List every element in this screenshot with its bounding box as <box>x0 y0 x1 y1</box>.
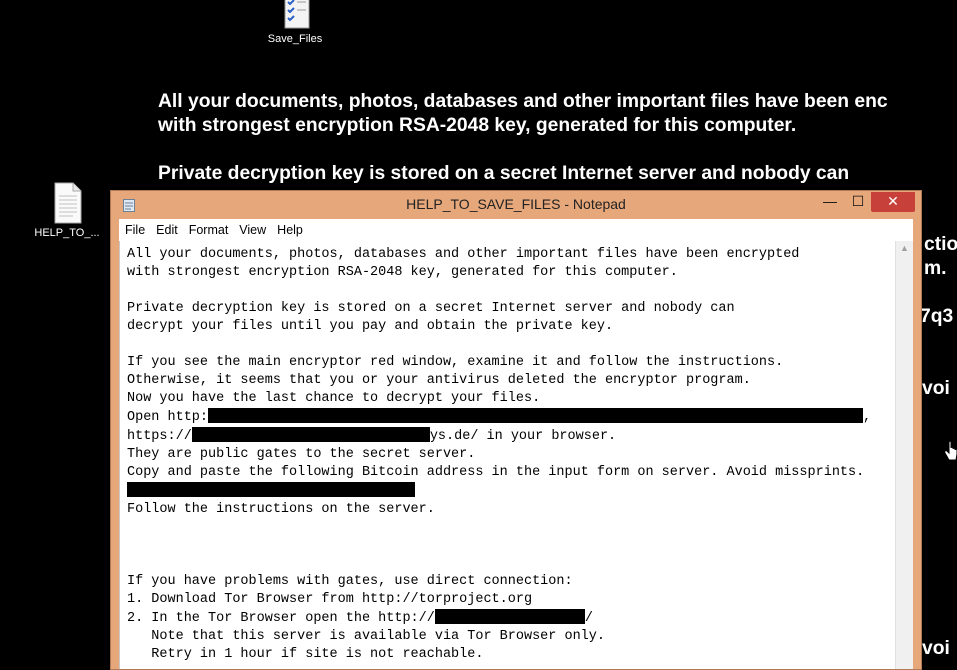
text-line: / <box>584 611 593 626</box>
wallpaper-text-fragment: ctio <box>924 234 957 255</box>
note-text[interactable]: All your documents, photos, databases an… <box>127 246 871 664</box>
redacted-url <box>208 408 864 423</box>
text-line: 1. Download Tor Browser from http://torp… <box>127 592 533 607</box>
text-line: Note that this server is available via T… <box>127 629 605 644</box>
title-bar[interactable]: HELP_TO_SAVE_FILES - Notepad — ☐ ✕ <box>111 191 921 219</box>
text-line: decrypt your files until you pay and obt… <box>127 319 614 334</box>
text-line: with strongest encryption RSA-2048 key, … <box>127 265 678 280</box>
wallpaper-text-fragment: m. <box>924 258 947 279</box>
menu-view[interactable]: View <box>233 219 271 237</box>
wallpaper-text-fragment: voi <box>922 638 950 659</box>
scroll-up-arrow-icon[interactable]: ▲ <box>896 243 913 253</box>
hand-cursor-icon <box>944 441 957 461</box>
menu-file[interactable]: File <box>119 219 150 237</box>
text-line: If you have problems with gates, use dir… <box>127 574 573 589</box>
wallpaper-text-fragment: 7q3 <box>920 306 954 327</box>
desktop-icon-label: Save_Files <box>267 33 323 45</box>
menu-format[interactable]: Format <box>183 219 234 237</box>
text-line: They are public gates to the secret serv… <box>127 447 476 462</box>
menu-edit[interactable]: Edit <box>150 219 183 237</box>
text-line: Open http: <box>127 410 209 425</box>
text-line: Private decryption key is stored on a se… <box>127 301 735 316</box>
text-line: ys.de/ in your browser. <box>429 429 617 444</box>
desktop-icon-help-file[interactable]: HELP_TO_... <box>30 182 104 239</box>
wallpaper-text-line: All your documents, photos, databases an… <box>158 91 888 112</box>
desktop-icon-label: HELP_TO_... <box>34 227 100 239</box>
close-button[interactable]: ✕ <box>871 192 915 212</box>
menu-bar: File Edit Format View Help <box>119 219 913 242</box>
wallpaper-text-fragment: voi <box>922 378 950 399</box>
wallpaper-text-line: with strongest encryption RSA-2048 key, … <box>158 115 797 136</box>
text-line: , <box>863 410 872 425</box>
redacted-onion-url <box>434 609 585 624</box>
text-line: https:// <box>127 429 192 444</box>
text-line: Now you have the last chance to decrypt … <box>127 391 541 406</box>
desktop-icon-save-files[interactable]: Save_Files <box>263 0 327 45</box>
notepad-window: HELP_TO_SAVE_FILES - Notepad — ☐ ✕ File E… <box>110 190 922 670</box>
menu-help[interactable]: Help <box>271 219 308 237</box>
text-document-icon <box>51 182 83 224</box>
text-line: All your documents, photos, databases an… <box>127 247 800 262</box>
wallpaper-text-line: Private decryption key is stored on a se… <box>158 163 850 184</box>
redacted-bitcoin-address <box>127 482 415 497</box>
window-title: HELP_TO_SAVE_FILES - Notepad <box>406 196 626 212</box>
maximize-button[interactable]: ☐ <box>845 192 871 212</box>
text-line: Follow the instructions on the server. <box>127 502 435 517</box>
text-line: Copy and paste the following Bitcoin add… <box>127 465 865 480</box>
redacted-url <box>191 427 430 442</box>
text-line: 2. In the Tor Browser open the http:// <box>127 611 435 626</box>
minimize-button[interactable]: — <box>817 192 843 212</box>
text-line: Otherwise, it seems that you or your ant… <box>127 373 751 388</box>
document-checklist-icon <box>279 0 311 30</box>
text-line: If you see the main encryptor red window… <box>127 355 784 370</box>
text-editor[interactable]: All your documents, photos, databases an… <box>119 241 913 669</box>
vertical-scrollbar[interactable]: ▲ <box>895 241 913 669</box>
